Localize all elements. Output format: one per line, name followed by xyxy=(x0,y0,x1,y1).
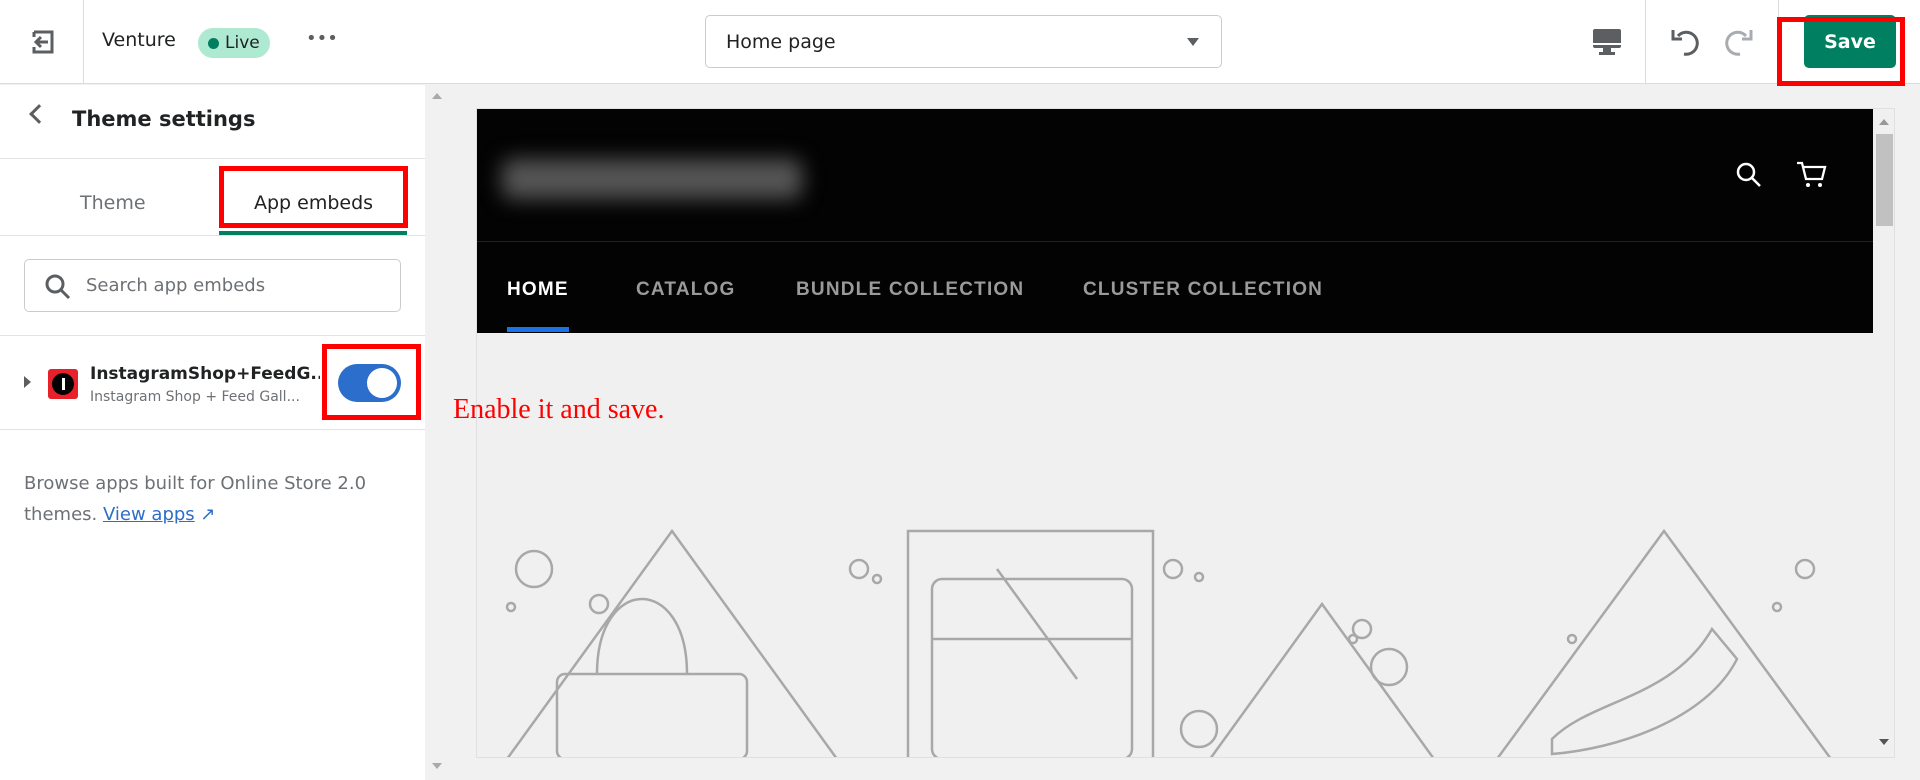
view-apps-link[interactable]: View apps xyxy=(103,504,195,525)
preview-scrollbar[interactable] xyxy=(1873,109,1894,757)
app-embed-row[interactable]: InstagramShop+FeedG... Instagram Shop + … xyxy=(0,336,425,429)
search-icon xyxy=(45,274,71,300)
search-placeholder: Search app embeds xyxy=(86,275,266,296)
external-link-icon: ↗ xyxy=(200,504,216,525)
scroll-up-arrow[interactable] xyxy=(432,93,442,99)
more-actions-button[interactable]: ••• xyxy=(306,28,338,49)
top-bar: Venture Live ••• Home page Save xyxy=(0,0,1920,86)
store-search-icon[interactable] xyxy=(1735,161,1763,189)
app-subtitle: Instagram Shop + Feed Gall... xyxy=(90,389,300,405)
chevron-down-icon xyxy=(1187,38,1199,46)
nav-bundle-collection[interactable]: BUNDLE COLLECTION xyxy=(796,279,1024,301)
exit-icon[interactable] xyxy=(28,28,56,56)
nav-cluster-collection[interactable]: CLUSTER COLLECTION xyxy=(1083,279,1323,301)
theme-name: Venture xyxy=(102,29,176,51)
nav-catalog[interactable]: CATALOG xyxy=(636,279,736,301)
nav-active-indicator xyxy=(507,327,569,332)
desktop-view-icon[interactable] xyxy=(1592,28,1622,60)
undo-icon[interactable] xyxy=(1670,26,1702,62)
live-dot-icon xyxy=(208,37,219,49)
preview-scroll-thumb[interactable] xyxy=(1876,134,1893,226)
browse-text: Browse apps built for Online Store 2.0 t… xyxy=(24,473,367,525)
app-name: InstagramShop+FeedG... xyxy=(90,364,320,384)
status-badge: Live xyxy=(198,28,270,58)
status-label: Live xyxy=(225,33,260,53)
expand-caret-icon[interactable] xyxy=(24,376,31,388)
nav-home[interactable]: HOME xyxy=(507,279,569,301)
save-highlight-box xyxy=(1777,17,1905,86)
app-logo-icon xyxy=(48,369,78,399)
page-select[interactable]: Home page xyxy=(705,15,1222,68)
annotation-text: Enable it and save. xyxy=(453,394,665,425)
redo-icon[interactable] xyxy=(1722,26,1754,62)
page-title: Theme settings xyxy=(72,107,256,131)
store-logo-blurred xyxy=(502,159,802,199)
tab-theme[interactable]: Theme xyxy=(80,192,146,214)
scroll-down-arrow[interactable] xyxy=(432,763,442,769)
browse-apps-text: Browse apps built for Online Store 2.0 t… xyxy=(24,468,394,530)
page-select-value: Home page xyxy=(726,30,836,53)
sidebar: Theme settings Theme App embeds Search a… xyxy=(0,85,425,780)
back-icon[interactable] xyxy=(29,104,49,124)
store-preview: HOME CATALOG BUNDLE COLLECTION CLUSTER C… xyxy=(476,108,1895,758)
toggle-highlight-box xyxy=(322,344,421,420)
hero-illustration xyxy=(505,528,1832,757)
sidebar-scrollbar[interactable] xyxy=(425,85,450,780)
store-header: HOME CATALOG BUNDLE COLLECTION CLUSTER C… xyxy=(477,109,1873,333)
app-embeds-highlight-box xyxy=(219,166,408,228)
search-input[interactable]: Search app embeds xyxy=(24,259,401,312)
cart-icon[interactable] xyxy=(1795,161,1827,189)
